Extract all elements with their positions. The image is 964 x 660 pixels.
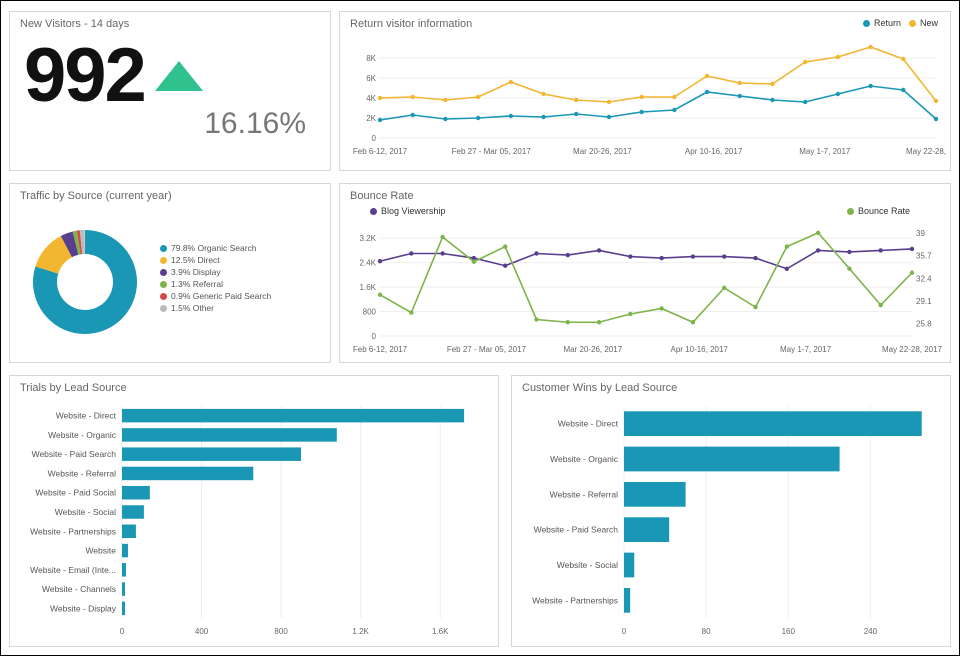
br-legend-blog: Blog Viewership	[381, 206, 445, 216]
svg-text:400: 400	[195, 627, 209, 636]
br-legend-bounce: Bounce Rate	[858, 206, 910, 216]
br-legend-r: Bounce Rate	[847, 206, 910, 216]
wins-chart: 0 80 160 240 Website - Direct Website - Organ…	[512, 396, 942, 640]
svg-text:Website - Social: Website - Social	[55, 507, 116, 517]
br-legend: Blog Viewership	[370, 206, 445, 216]
svg-text:Website - Direct: Website - Direct	[56, 411, 117, 421]
svg-text:Mar 20-26, 2017: Mar 20-26, 2017	[563, 345, 622, 354]
svg-text:0: 0	[372, 332, 377, 341]
svg-text:160: 160	[782, 627, 796, 636]
trials-panel: Trials by Lead Source 0 400 800 1.2K 1.6K Web…	[9, 375, 499, 647]
br-title: Bounce Rate	[350, 190, 950, 202]
svg-text:0: 0	[372, 134, 377, 143]
svg-text:Website - Partnerships: Website - Partnerships	[532, 595, 618, 605]
wins-panel: Customer Wins by Lead Source 0 80 160 240 We…	[511, 375, 951, 647]
svg-text:Feb 27 - Mar 05, 2017: Feb 27 - Mar 05, 2017	[447, 345, 527, 354]
svg-text:May 22-28, 2017: May 22-28, 2017	[906, 147, 946, 156]
svg-text:0: 0	[120, 627, 125, 636]
svg-text:Website - Organic: Website - Organic	[48, 430, 117, 440]
svg-text:Website - Channels: Website - Channels	[42, 584, 116, 594]
svg-text:Feb 6-12, 2017: Feb 6-12, 2017	[353, 345, 408, 354]
svg-text:1.2K: 1.2K	[352, 627, 369, 636]
svg-text:2.4K: 2.4K	[360, 259, 377, 268]
svg-text:800: 800	[274, 627, 288, 636]
donut-legend-item: 79.8% Organic Search	[160, 243, 271, 253]
kpi-pct: 16.16%	[204, 107, 306, 140]
svg-text:39: 39	[916, 229, 925, 238]
traffic-source-panel: Traffic by Source (current year) 79.8% O…	[9, 183, 331, 363]
svg-text:1.6K: 1.6K	[360, 283, 377, 292]
rv-legend-new: New	[920, 18, 938, 28]
svg-text:Apr 10-16, 2017: Apr 10-16, 2017	[671, 345, 729, 354]
svg-text:Website - Paid Search: Website - Paid Search	[534, 525, 619, 535]
rv-legend: Return New	[863, 18, 938, 28]
svg-text:8K: 8K	[366, 54, 376, 63]
svg-text:Website - Organic: Website - Organic	[550, 454, 619, 464]
svg-text:35.7: 35.7	[916, 252, 932, 261]
svg-text:0: 0	[622, 627, 627, 636]
trials-chart: 0 400 800 1.2K 1.6K Website - Direct Website -…	[10, 396, 490, 640]
svg-text:Website - Social: Website - Social	[557, 560, 618, 570]
svg-text:Website - Referral: Website - Referral	[550, 489, 618, 499]
svg-text:Apr 10-16, 2017: Apr 10-16, 2017	[685, 147, 743, 156]
kpi-value: 992	[24, 32, 145, 119]
br-chart: 0 800 1.6K 2.4K 3.2K 25.8 29.1 32.4 35.7 39 Feb 6-…	[346, 214, 946, 358]
donut-legend-item: 12.5% Direct	[160, 255, 271, 265]
bounce-rate-panel: Bounce Rate Blog Viewership Bounce Rate …	[339, 183, 951, 363]
svg-text:Website - Direct: Website - Direct	[558, 419, 619, 429]
donut-legend-item: 1.3% Referral	[160, 279, 271, 289]
rv-title: Return visitor information	[350, 18, 950, 30]
dashboard: New Visitors - 14 days 992 16.16% Return…	[0, 0, 960, 656]
donut-chart	[10, 204, 160, 354]
svg-text:May 22-28, 2017: May 22-28, 2017	[882, 345, 943, 354]
svg-text:Website - Paid Social: Website - Paid Social	[35, 488, 116, 498]
svg-text:32.4: 32.4	[916, 274, 932, 283]
svg-text:Mar 20-26, 2017: Mar 20-26, 2017	[573, 147, 632, 156]
svg-text:Website - Display: Website - Display	[50, 603, 117, 613]
svg-text:Website - Paid Search: Website - Paid Search	[32, 449, 117, 459]
donut-legend-item: 0.9% Generic Paid Search	[160, 291, 271, 301]
svg-text:Website: Website	[85, 546, 116, 556]
donut-legend: 79.8% Organic Search 12.5% Direct 3.9% Dis…	[160, 243, 271, 315]
svg-text:Feb 27 - Mar 05, 2017: Feb 27 - Mar 05, 2017	[452, 147, 532, 156]
rv-legend-return: Return	[874, 18, 901, 28]
trials-title: Trials by Lead Source	[20, 382, 498, 394]
svg-text:240: 240	[864, 627, 878, 636]
ts-title: Traffic by Source (current year)	[20, 190, 330, 202]
svg-text:4K: 4K	[366, 94, 376, 103]
trend-up-icon	[155, 61, 203, 91]
kpi-title: New Visitors - 14 days	[20, 18, 330, 30]
svg-text:Website - Referral: Website - Referral	[48, 468, 116, 478]
kpi-panel: New Visitors - 14 days 992 16.16%	[9, 11, 331, 171]
svg-text:6K: 6K	[366, 74, 376, 83]
rv-chart: 0 2K 4K 6K 8K Feb 6-12, 2017 Feb 27 - Mar 05, …	[346, 32, 946, 160]
svg-text:29.1: 29.1	[916, 297, 932, 306]
donut-legend-item: 1.5% Other	[160, 303, 271, 313]
svg-text:May 1-7, 2017: May 1-7, 2017	[799, 147, 851, 156]
svg-text:1.6K: 1.6K	[432, 627, 449, 636]
svg-text:25.8: 25.8	[916, 320, 932, 329]
wins-title: Customer Wins by Lead Source	[522, 382, 950, 394]
svg-text:May 1-7, 2017: May 1-7, 2017	[780, 345, 832, 354]
svg-text:2K: 2K	[366, 114, 376, 123]
svg-text:Website - Email (Inte...: Website - Email (Inte...	[30, 565, 116, 575]
svg-text:3.2K: 3.2K	[360, 234, 377, 243]
svg-text:Website - Partnerships: Website - Partnerships	[30, 526, 116, 536]
donut-legend-item: 3.9% Display	[160, 267, 271, 277]
svg-text:800: 800	[363, 308, 377, 317]
svg-text:80: 80	[702, 627, 711, 636]
return-visitor-panel: Return visitor information Return New 0 2…	[339, 11, 951, 171]
svg-text:Feb 6-12, 2017: Feb 6-12, 2017	[353, 147, 408, 156]
